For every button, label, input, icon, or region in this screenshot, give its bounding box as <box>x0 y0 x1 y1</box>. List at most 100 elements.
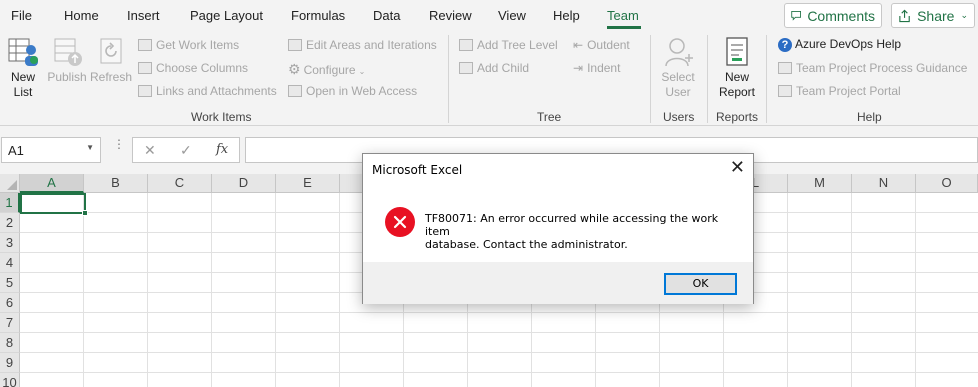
publish-icon <box>54 38 82 66</box>
row-header-9[interactable]: 9 <box>0 353 20 373</box>
dialog-footer: OK <box>363 262 753 304</box>
project-portal-button[interactable]: Team Project Portal <box>778 84 901 98</box>
column-header-m[interactable]: M <box>788 174 852 193</box>
new-list-button[interactable]: New List <box>2 36 44 100</box>
column-header-a[interactable]: A <box>20 174 84 193</box>
add-child-label: Add Child <box>477 61 530 75</box>
dialog-title: Microsoft Excel <box>372 163 463 177</box>
comment-icon <box>791 11 802 21</box>
tab-view[interactable]: View <box>498 8 526 23</box>
add-child-icon <box>459 62 473 74</box>
edit-areas-button[interactable]: Edit Areas and Iterations <box>288 38 437 52</box>
tab-team[interactable]: Team <box>607 8 639 23</box>
group-divider <box>650 35 651 123</box>
publish-button[interactable]: Publish <box>45 36 89 85</box>
row-header-10[interactable]: 10 <box>0 373 20 387</box>
gridline-vertical <box>211 193 212 387</box>
choose-columns-label: Choose Columns <box>156 61 249 75</box>
azure-devops-help-label: Azure DevOps Help <box>795 37 902 51</box>
formula-buttons: ✕ ✓ fx <box>132 137 240 163</box>
share-icon <box>899 9 910 22</box>
tab-page-layout[interactable]: Page Layout <box>190 8 263 23</box>
link-icon <box>138 85 152 97</box>
outdent-label: Outdent <box>587 38 630 52</box>
row-header-5[interactable]: 5 <box>0 273 20 293</box>
tab-review[interactable]: Review <box>429 8 472 23</box>
gridline-vertical <box>915 193 916 387</box>
error-icon <box>385 207 415 237</box>
column-header-o[interactable]: O <box>916 174 978 193</box>
row-header-6[interactable]: 6 <box>0 293 20 313</box>
row-header-7[interactable]: 7 <box>0 313 20 333</box>
new-report-button[interactable]: New Report <box>713 36 761 100</box>
active-cell-a1[interactable] <box>20 193 88 216</box>
select-all-button[interactable] <box>0 174 20 193</box>
name-box[interactable]: A1 ▼ <box>1 137 101 163</box>
refresh-icon <box>100 38 122 64</box>
gridline-vertical <box>147 193 148 387</box>
row-header-4[interactable]: 4 <box>0 253 20 273</box>
column-header-d[interactable]: D <box>212 174 276 193</box>
get-work-items-label: Get Work Items <box>156 38 240 52</box>
process-guidance-button[interactable]: Team Project Process Guidance <box>778 61 967 75</box>
dialog-message-line-1: TF80071: An error occurred while accessi… <box>425 212 719 238</box>
share-button[interactable]: Share ⌄ <box>891 3 975 28</box>
group-label-reports: Reports <box>716 110 759 124</box>
add-tree-level-button[interactable]: Add Tree Level <box>459 38 558 52</box>
project-portal-icon <box>778 85 792 97</box>
row-header-1[interactable]: 1 <box>0 193 20 213</box>
add-child-button[interactable]: Add Child <box>459 61 529 75</box>
row-header-3[interactable]: 3 <box>0 233 20 253</box>
comments-button[interactable]: Comments <box>784 3 882 28</box>
edit-areas-icon <box>288 39 302 51</box>
tab-file[interactable]: File <box>11 8 32 23</box>
new-list-label-2: List <box>13 85 33 99</box>
chevron-down-icon: ⌄ <box>358 67 366 76</box>
indent-button[interactable]: ⇥ Indent <box>573 61 620 75</box>
column-header-e[interactable]: E <box>276 174 340 193</box>
column-header-c[interactable]: C <box>148 174 212 193</box>
dialog-message: TF80071: An error occurred while accessi… <box>425 212 745 251</box>
open-web-access-label: Open in Web Access <box>306 84 418 98</box>
share-label: Share <box>917 7 955 24</box>
ok-button[interactable]: OK <box>664 273 737 295</box>
tab-data[interactable]: Data <box>373 8 400 23</box>
outdent-button[interactable]: ⇤ Outdent <box>573 38 630 52</box>
select-user-label-1: Select <box>661 70 695 84</box>
insert-function-icon[interactable]: fx <box>216 142 228 157</box>
get-work-items-button[interactable]: Get Work Items <box>138 38 239 52</box>
tab-formulas[interactable]: Formulas <box>291 8 345 23</box>
process-guidance-icon <box>778 62 792 74</box>
indent-label: Indent <box>587 61 621 75</box>
open-web-access-button[interactable]: Open in Web Access <box>288 84 417 98</box>
row-header-2[interactable]: 2 <box>0 213 20 233</box>
configure-button[interactable]: ⚙ Configure ⌄ <box>288 61 365 78</box>
ribbon-team: New List Publish Refresh Get Work Items … <box>0 32 978 126</box>
azure-devops-help-button[interactable]: ? Azure DevOps Help <box>778 37 901 52</box>
configure-label: Configure <box>303 63 356 77</box>
tab-home[interactable]: Home <box>64 8 99 23</box>
fill-handle[interactable] <box>82 210 88 216</box>
column-header-n[interactable]: N <box>852 174 916 193</box>
group-label-users: Users <box>663 110 695 124</box>
select-user-label-2: User <box>665 85 691 99</box>
chevron-down-icon[interactable]: ▼ <box>86 143 94 152</box>
new-list-label-1: New <box>10 70 35 84</box>
select-user-button[interactable]: Select User <box>656 36 700 100</box>
tab-help[interactable]: Help <box>553 8 580 23</box>
refresh-button[interactable]: Refresh <box>89 36 133 85</box>
choose-columns-button[interactable]: Choose Columns <box>138 61 248 75</box>
comments-label: Comments <box>807 7 875 24</box>
gridline-horizontal <box>20 312 978 313</box>
row-header-8[interactable]: 8 <box>0 333 20 353</box>
outdent-icon: ⇤ <box>573 38 584 52</box>
user-icon <box>665 38 693 67</box>
enter-icon[interactable]: ✓ <box>180 142 192 159</box>
tab-insert[interactable]: Insert <box>127 8 160 23</box>
group-divider <box>766 35 767 123</box>
select-all-triangle-icon <box>7 180 17 190</box>
cancel-icon[interactable]: ✕ <box>144 142 156 159</box>
column-header-b[interactable]: B <box>84 174 148 193</box>
links-attachments-button[interactable]: Links and Attachments <box>138 84 277 98</box>
close-icon[interactable]: ✕ <box>730 159 745 177</box>
